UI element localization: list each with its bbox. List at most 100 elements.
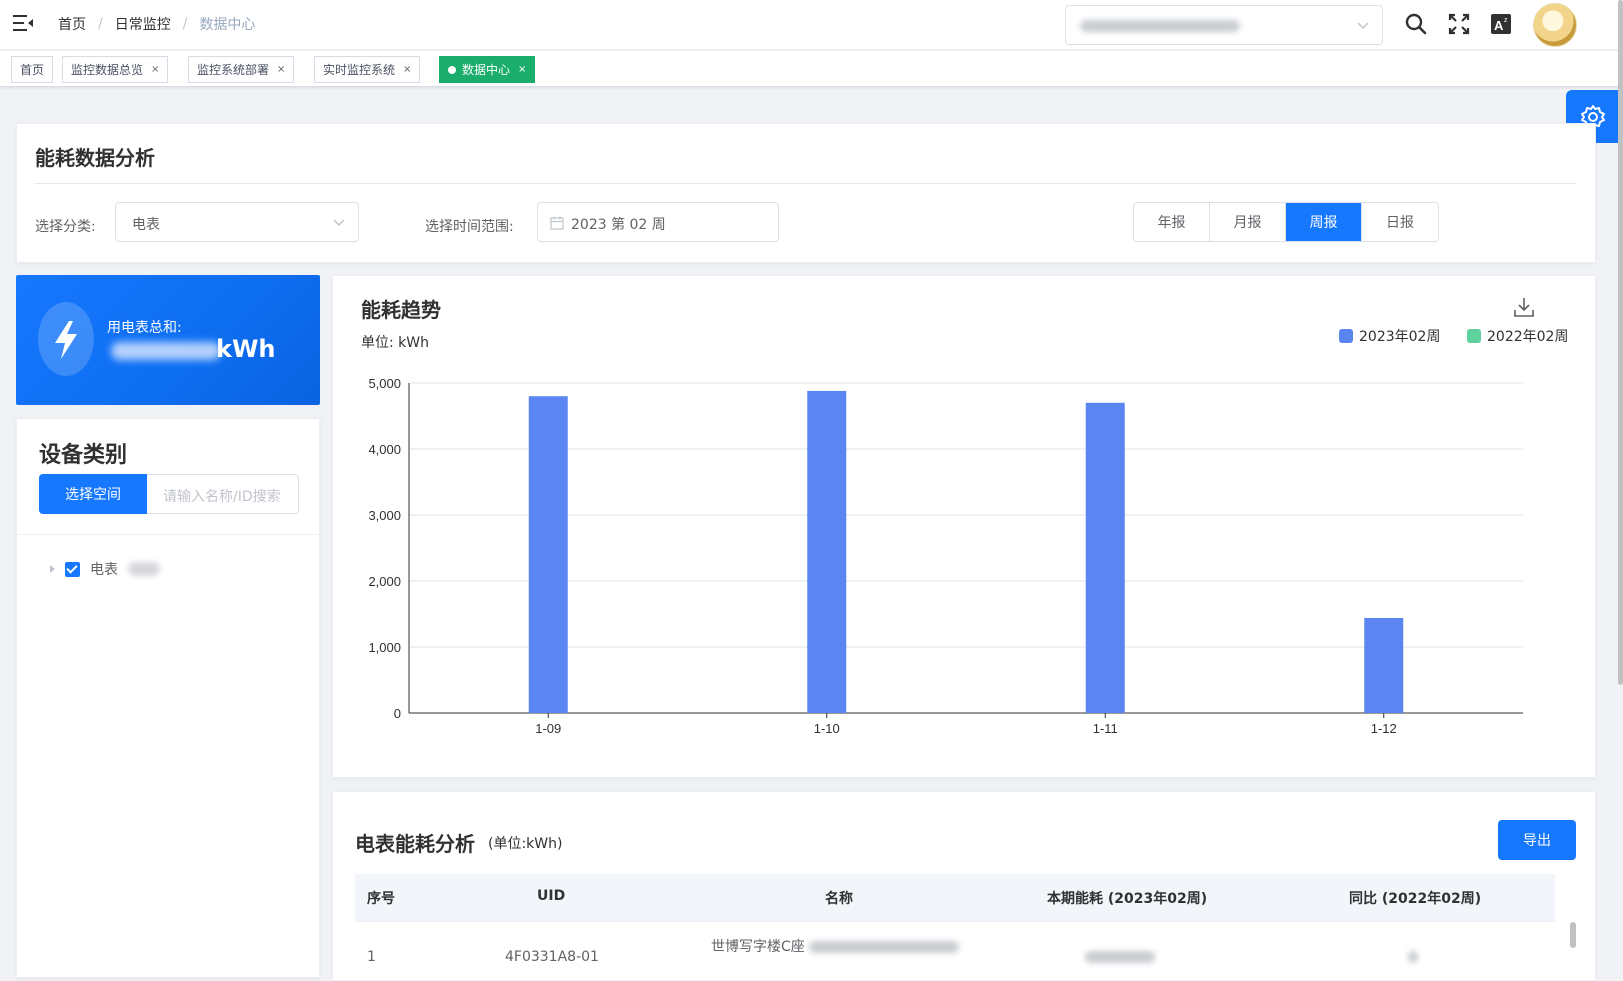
device-search-input[interactable]: 请输入名称/ID搜索 xyxy=(147,474,299,514)
cell-index: 1 xyxy=(367,949,376,965)
table-title: 电表能耗分析 xyxy=(355,832,475,856)
period-button-year[interactable]: 年报 xyxy=(1134,203,1210,241)
svg-text:z: z xyxy=(1504,17,1508,24)
week-picker-value: 2023 第 02 周 xyxy=(571,217,666,233)
table-scrollbar[interactable] xyxy=(1570,922,1576,948)
tree-item-label: 电表 xyxy=(90,562,118,578)
user-avatar[interactable] xyxy=(1533,3,1577,47)
total-energy-label: 用电表总和: xyxy=(107,320,182,336)
close-icon[interactable]: × xyxy=(403,64,411,75)
period-button-week[interactable]: 周报 xyxy=(1286,203,1362,241)
category-select-value: 电表 xyxy=(132,217,160,233)
breadcrumb-separator: / xyxy=(98,16,103,32)
cell-name-redacted xyxy=(809,941,960,953)
chevron-down-icon xyxy=(333,219,345,227)
project-select-value-redacted xyxy=(1080,20,1240,32)
y-tick-label: 3,000 xyxy=(368,508,401,523)
x-tick-label: 1-12 xyxy=(1371,721,1397,736)
tree-item-meter[interactable]: 电表 xyxy=(50,559,160,579)
bar-2023 xyxy=(1085,402,1125,713)
export-button[interactable]: 导出 xyxy=(1498,820,1576,860)
cell-name: 世博写字楼C座 xyxy=(711,936,960,956)
tag-monitor-deploy[interactable]: 监控系统部署 × xyxy=(188,56,295,83)
total-energy-card: 用电表总和: kWh xyxy=(16,275,320,405)
energy-trend-card: 能耗趋势 单位: kWh 2023年02周 2022年02周 0 1,000 2,0… xyxy=(332,275,1596,778)
week-picker[interactable]: 2023 第 02 周 xyxy=(537,202,779,242)
top-navbar: 首页 / 日常监控 / 数据中心 A z xyxy=(0,0,1623,50)
period-button-month[interactable]: 月报 xyxy=(1210,203,1286,241)
column-header-name: 名称 xyxy=(825,891,853,907)
category-label: 选择分类: xyxy=(35,219,96,235)
cell-current-redacted xyxy=(1085,951,1155,963)
bar-2023 xyxy=(528,396,568,713)
filter-card: 能耗数据分析 选择分类: 电表 选择时间范围: 2023 第 02 周 年报 月… xyxy=(16,123,1596,263)
y-tick-label: 0 xyxy=(394,706,401,721)
tag-data-center[interactable]: 数据中心 × xyxy=(439,56,536,83)
lightning-bolt-icon xyxy=(55,321,77,359)
energy-trend-chart: 0 1,000 2,000 3,000 4,000 5,000 1-09 1-10 1-11 1-… xyxy=(368,376,1523,736)
page-scrollbar[interactable] xyxy=(1618,0,1623,685)
close-icon[interactable]: × xyxy=(151,64,159,75)
table-header: 序号 UID 名称 本期能耗 (2023年02周) 同比 (2022年02周) xyxy=(355,874,1555,922)
column-header-yoy: 同比 (2022年02周) xyxy=(1349,891,1482,907)
breadcrumb-item-monitoring[interactable]: 日常监控 xyxy=(115,14,171,34)
svg-text:A: A xyxy=(1494,18,1504,33)
cell-yoy xyxy=(1408,949,1418,965)
category-select[interactable]: 电表 xyxy=(115,202,359,242)
bar-2023 xyxy=(1364,617,1404,713)
breadcrumb-separator: / xyxy=(182,16,188,32)
translate-icon[interactable]: A z xyxy=(1490,12,1514,36)
caret-right-icon[interactable] xyxy=(50,565,55,573)
cell-current xyxy=(1085,949,1155,965)
time-range-label: 选择时间范围: xyxy=(425,219,514,235)
cell-uid: 4F0331A8-01 xyxy=(505,949,599,965)
column-header-current: 本期能耗 (2023年02周) xyxy=(1047,891,1208,907)
cell-name-text: 世博写字楼C座 xyxy=(711,939,805,955)
y-tick-label: 5,000 xyxy=(368,376,401,391)
breadcrumb: 首页 / 日常监控 / 数据中心 xyxy=(58,14,255,34)
bar-2023 xyxy=(807,390,847,713)
column-header-uid: UID xyxy=(537,888,566,904)
column-header-index: 序号 xyxy=(367,891,395,907)
divider xyxy=(35,183,1577,184)
cell-yoy-redacted xyxy=(1408,951,1418,963)
calendar-icon xyxy=(550,216,564,230)
chevron-down-icon xyxy=(1357,22,1369,30)
total-energy-value-redacted xyxy=(111,342,221,360)
close-icon[interactable]: × xyxy=(518,64,526,75)
search-icon[interactable] xyxy=(1404,12,1428,36)
fullscreen-icon[interactable] xyxy=(1447,12,1471,36)
tree-item-count-redacted xyxy=(128,562,160,576)
select-space-button[interactable]: 选择空间 xyxy=(39,474,147,514)
tags-view-bar: 首页 监控数据总览 × 监控系统部署 × 实时监控系统 × 数据中心 × xyxy=(0,51,1623,87)
period-button-group: 年报 月报 周报 日报 xyxy=(1133,202,1439,242)
x-tick-label: 1-10 xyxy=(814,721,840,736)
y-tick-label: 1,000 xyxy=(368,640,401,655)
close-icon[interactable]: × xyxy=(277,64,285,75)
breadcrumb-item-current: 数据中心 xyxy=(199,17,256,33)
period-button-day[interactable]: 日报 xyxy=(1362,203,1438,241)
page-title: 能耗数据分析 xyxy=(35,146,155,170)
tag-monitor-overview[interactable]: 监控数据总览 × xyxy=(62,56,169,83)
y-tick-label: 2,000 xyxy=(368,574,401,589)
total-energy-unit: kWh xyxy=(216,335,276,363)
table-subtitle: (单位:kWh) xyxy=(488,836,563,852)
tag-label: 首页 xyxy=(20,63,45,77)
active-dot-icon xyxy=(448,65,456,74)
x-tick-label: 1-11 xyxy=(1093,721,1118,736)
hamburger-menu-icon[interactable] xyxy=(13,14,33,32)
divider xyxy=(17,534,319,535)
device-category-title: 设备类别 xyxy=(39,443,128,468)
tree-checkbox[interactable] xyxy=(65,561,80,577)
breadcrumb-item-home[interactable]: 首页 xyxy=(58,14,86,34)
meter-energy-table-card: 电表能耗分析 (单位:kWh) 导出 序号 UID 名称 本期能耗 (2023年… xyxy=(332,791,1596,981)
project-select[interactable] xyxy=(1065,5,1383,45)
device-category-card: 设备类别 选择空间 请输入名称/ID搜索 电表 xyxy=(16,418,320,978)
tag-label: 数据中心 xyxy=(462,63,511,77)
tag-label: 实时监控系统 xyxy=(323,63,396,77)
y-tick-label: 4,000 xyxy=(368,442,401,457)
tag-label: 监控数据总览 xyxy=(71,63,144,77)
tag-realtime-monitor[interactable]: 实时监控系统 × xyxy=(314,56,421,83)
tag-home[interactable]: 首页 xyxy=(11,56,54,83)
tag-label: 监控系统部署 xyxy=(197,63,270,77)
